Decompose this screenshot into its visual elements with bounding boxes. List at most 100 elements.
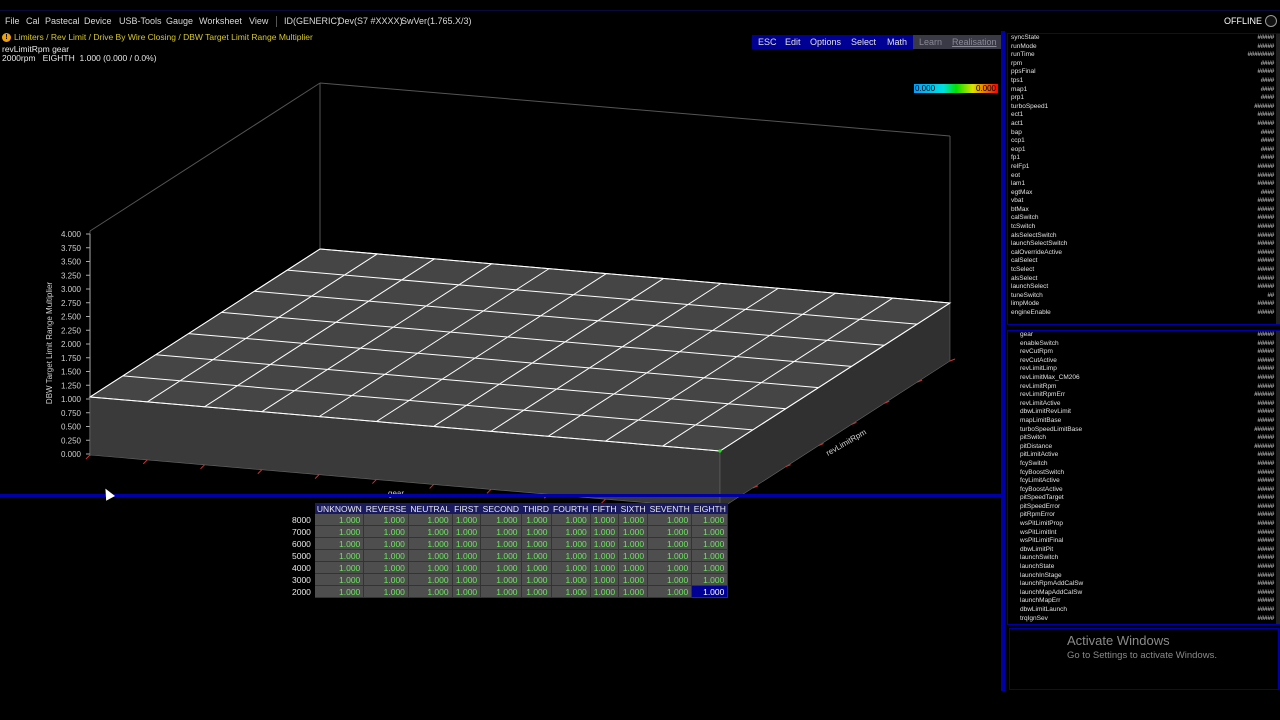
table-cell[interactable]: 1.000 bbox=[408, 549, 453, 562]
menu-usb-tools[interactable]: USB-Tools bbox=[119, 16, 162, 26]
column-header[interactable]: UNKNOWN bbox=[314, 503, 364, 514]
channel-row[interactable]: prp1 #### bbox=[1008, 94, 1280, 103]
table-cell[interactable]: 1.000 bbox=[363, 573, 409, 586]
table-cell[interactable]: 1.000 bbox=[480, 525, 522, 538]
table-cell[interactable]: 1.000 bbox=[521, 585, 552, 598]
surface-plot-3d[interactable]: 4.000 3.750 3.500 3.250 3.000 2.750 2.500 2.250… bbox=[0, 71, 1000, 521]
table-cell[interactable]: 1.000 bbox=[647, 514, 693, 526]
table-cell[interactable]: 1.000 bbox=[480, 549, 522, 562]
channel-row[interactable]: turboSpeedLimitBase ###### bbox=[1008, 426, 1280, 435]
table-cell[interactable]: 1.000 bbox=[314, 573, 365, 586]
channel-row[interactable]: launchInStage ##### bbox=[1008, 572, 1280, 581]
menu-worksheet[interactable]: Worksheet bbox=[199, 16, 242, 26]
vertical-splitter[interactable] bbox=[1001, 31, 1005, 691]
learn-button[interactable]: Learn bbox=[913, 35, 949, 49]
table-cell[interactable]: 1.000 bbox=[521, 573, 552, 586]
channel-row[interactable]: pitSpeedError ##### bbox=[1008, 503, 1280, 512]
menu-view[interactable]: View bbox=[249, 16, 268, 26]
channel-row[interactable]: bap #### bbox=[1008, 129, 1280, 138]
table-cell[interactable]: 1.000 bbox=[691, 585, 729, 598]
table-cell[interactable]: 1.000 bbox=[551, 549, 591, 562]
channel-row[interactable]: turboSpeed1 ###### bbox=[1008, 103, 1280, 112]
table-cell[interactable]: 1.000 bbox=[691, 573, 729, 586]
channel-row[interactable]: mapLimitBase ##### bbox=[1008, 417, 1280, 426]
table-cell[interactable]: 1.000 bbox=[452, 537, 482, 550]
channel-row[interactable]: fp1 #### bbox=[1008, 154, 1280, 163]
table-cell[interactable]: 1.000 bbox=[691, 561, 729, 574]
table-cell[interactable]: 1.000 bbox=[363, 525, 409, 538]
table-cell[interactable]: 1.000 bbox=[521, 525, 552, 538]
channel-row[interactable]: fcyBoostActive ##### bbox=[1008, 486, 1280, 495]
menu-pastecal[interactable]: Pastecal bbox=[45, 16, 80, 26]
channel-row[interactable]: map1 #### bbox=[1008, 86, 1280, 95]
channel-row[interactable]: fcyLimitActive ##### bbox=[1008, 477, 1280, 486]
channel-row[interactable]: launchSwitch ##### bbox=[1008, 554, 1280, 563]
channel-row[interactable]: ect1 ##### bbox=[1008, 111, 1280, 120]
table-cell[interactable]: 1.000 bbox=[590, 561, 620, 574]
channel-row[interactable]: launchSelectSwitch ##### bbox=[1008, 240, 1280, 249]
row-header[interactable]: 7000 bbox=[292, 525, 315, 538]
channel-row[interactable]: revLimitMax_CM206 ##### bbox=[1008, 374, 1280, 383]
realisation-button[interactable]: Realisation bbox=[946, 35, 1003, 49]
math-button[interactable]: Math bbox=[881, 35, 914, 49]
table-cell[interactable]: 1.000 bbox=[521, 537, 552, 550]
menu-device[interactable]: Device bbox=[84, 16, 112, 26]
channel-row[interactable]: eop1 #### bbox=[1008, 146, 1280, 155]
column-header[interactable]: SEVENTH bbox=[647, 503, 692, 514]
horizontal-splitter[interactable] bbox=[0, 494, 1002, 497]
channel-row[interactable]: trqIgnSev ##### bbox=[1008, 615, 1280, 624]
table-cell[interactable]: 1.000 bbox=[480, 537, 522, 550]
table-cell[interactable]: 1.000 bbox=[480, 573, 522, 586]
channel-row[interactable]: revLimitRpm ##### bbox=[1008, 383, 1280, 392]
menu-file[interactable]: File bbox=[5, 16, 20, 26]
channel-row[interactable]: launchState ##### bbox=[1008, 563, 1280, 572]
channel-row[interactable]: eot ##### bbox=[1008, 172, 1280, 181]
channel-row[interactable]: gear ##### bbox=[1008, 331, 1280, 340]
channel-row[interactable]: dbwLimitRevLimit ##### bbox=[1008, 408, 1280, 417]
table-cell[interactable]: 1.000 bbox=[551, 585, 591, 598]
channel-row[interactable]: tcSelect ##### bbox=[1008, 266, 1280, 275]
table-cell[interactable]: 1.000 bbox=[408, 585, 453, 598]
table-cell[interactable]: 1.000 bbox=[452, 573, 482, 586]
table-cell[interactable]: 1.000 bbox=[521, 549, 552, 562]
column-header[interactable]: EIGHTH bbox=[691, 503, 728, 514]
row-header[interactable]: 6000 bbox=[292, 537, 315, 550]
channel-row[interactable]: calSelect ##### bbox=[1008, 257, 1280, 266]
channel-row[interactable]: dbwLimitPit ##### bbox=[1008, 546, 1280, 555]
channel-row[interactable]: vbat ##### bbox=[1008, 197, 1280, 206]
table-cell[interactable]: 1.000 bbox=[314, 514, 365, 526]
channel-row[interactable]: lam1 ##### bbox=[1008, 180, 1280, 189]
channel-row[interactable]: revCutActive ##### bbox=[1008, 357, 1280, 366]
table-cell[interactable]: 1.000 bbox=[691, 514, 729, 526]
channel-row[interactable]: tcSwitch ##### bbox=[1008, 223, 1280, 232]
table-cell[interactable]: 1.000 bbox=[590, 585, 620, 598]
channel-row[interactable]: btMax ##### bbox=[1008, 206, 1280, 215]
channel-row[interactable]: revCutRpm ##### bbox=[1008, 348, 1280, 357]
channel-row[interactable]: revLimitLimp ##### bbox=[1008, 365, 1280, 374]
table-cell[interactable]: 1.000 bbox=[618, 525, 649, 538]
table-cell[interactable]: 1.000 bbox=[551, 561, 591, 574]
table-cell[interactable]: 1.000 bbox=[647, 537, 693, 550]
table-cell[interactable]: 1.000 bbox=[618, 549, 649, 562]
channel-row[interactable]: egtMax #### bbox=[1008, 189, 1280, 198]
table-cell[interactable]: 1.000 bbox=[618, 585, 649, 598]
table-cell[interactable]: 1.000 bbox=[452, 585, 482, 598]
table-cell[interactable]: 1.000 bbox=[408, 573, 453, 586]
table-cell[interactable]: 1.000 bbox=[590, 573, 620, 586]
table-cell[interactable]: 1.000 bbox=[452, 514, 482, 526]
column-header[interactable]: REVERSE bbox=[363, 503, 409, 514]
channel-row[interactable]: rpm #### bbox=[1008, 60, 1280, 69]
channel-row[interactable]: runTime ######## bbox=[1008, 51, 1280, 60]
channel-row[interactable]: ccp1 #### bbox=[1008, 137, 1280, 146]
table-cell[interactable]: 1.000 bbox=[551, 537, 591, 550]
table-cell[interactable]: 1.000 bbox=[408, 537, 453, 550]
channel-row[interactable]: alsSelect ##### bbox=[1008, 275, 1280, 284]
row-header[interactable]: 4000 bbox=[292, 561, 315, 574]
channel-row[interactable]: fcyBoostSwitch ##### bbox=[1008, 469, 1280, 478]
table-cell[interactable]: 1.000 bbox=[452, 561, 482, 574]
channel-row[interactable]: engineEnable ##### bbox=[1008, 309, 1280, 318]
channel-row[interactable]: tuneSwitch ## bbox=[1008, 292, 1280, 301]
table-cell[interactable]: 1.000 bbox=[314, 561, 365, 574]
table-cell[interactable]: 1.000 bbox=[521, 561, 552, 574]
table-cell[interactable]: 1.000 bbox=[551, 525, 591, 538]
